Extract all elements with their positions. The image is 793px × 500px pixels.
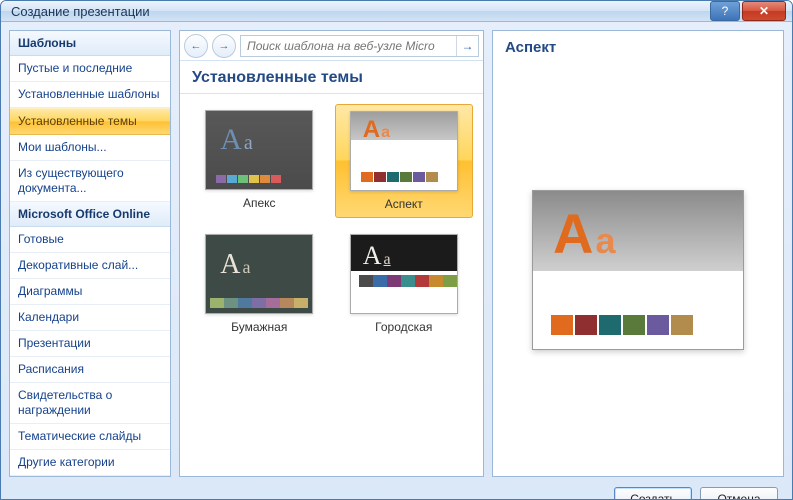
themes-grid: AaАпексAaАспектAaБумажнаяAaГородская [180, 94, 483, 476]
sidebar: Шаблоны Пустые и последниеУстановленные … [9, 30, 171, 477]
sidebar-item[interactable]: Другие категории [10, 450, 170, 476]
dialog-body: Шаблоны Пустые и последниеУстановленные … [1, 22, 792, 500]
button-row: Создать Отмена [9, 483, 784, 500]
sidebar-item[interactable]: Установленные шаблоны [10, 82, 170, 108]
arrow-right-icon: → [219, 40, 230, 52]
theme-item[interactable]: AaАспект [335, 104, 474, 218]
arrow-go-icon: → [462, 39, 474, 53]
theme-item[interactable]: AaБумажная [190, 228, 329, 340]
search-go-button[interactable]: → [456, 36, 478, 56]
cancel-button[interactable]: Отмена [700, 487, 778, 500]
sidebar-item[interactable]: Установленные темы [10, 108, 170, 135]
sidebar-item[interactable]: Презентации [10, 331, 170, 357]
sidebar-item[interactable]: Календари [10, 305, 170, 331]
theme-label: Апекс [243, 196, 276, 210]
preview-panel: Аспект Aa [492, 30, 784, 477]
main-area: Шаблоны Пустые и последниеУстановленные … [9, 30, 784, 477]
preview-body: Aa [493, 64, 783, 476]
preview-title: Аспект [493, 31, 783, 64]
arrow-left-icon: ← [191, 40, 202, 52]
close-button[interactable]: ✕ [742, 1, 786, 21]
center-panel: ← → → Установленные темы AaАпексAaАспект… [179, 30, 484, 477]
theme-item[interactable]: AaАпекс [190, 104, 329, 218]
sidebar-item[interactable]: Декоративные слай... [10, 253, 170, 279]
dialog-window: Создание презентации ? ✕ Шаблоны Пустые … [0, 0, 793, 500]
nav-back-button[interactable]: ← [184, 34, 208, 58]
help-icon: ? [722, 4, 729, 18]
nav-forward-button[interactable]: → [212, 34, 236, 58]
search-input[interactable] [241, 39, 456, 53]
search-box: → [240, 35, 479, 57]
sidebar-item[interactable]: Тематические слайды [10, 424, 170, 450]
sidebar-item[interactable]: Из существующего документа... [10, 161, 170, 202]
sidebar-header-templates: Шаблоны [10, 31, 170, 56]
theme-label: Бумажная [231, 320, 287, 334]
window-title: Создание презентации [11, 4, 710, 19]
sidebar-item[interactable]: Мои шаблоны... [10, 135, 170, 161]
center-heading: Установленные темы [180, 61, 483, 94]
titlebar-buttons: ? ✕ [710, 1, 786, 21]
close-icon: ✕ [759, 4, 769, 18]
sidebar-item[interactable]: Расписания [10, 357, 170, 383]
theme-label: Городская [375, 320, 432, 334]
sidebar-header-online: Microsoft Office Online [10, 202, 170, 227]
theme-label: Аспект [385, 197, 423, 211]
theme-item[interactable]: AaГородская [335, 228, 474, 340]
sidebar-item[interactable]: Свидетельства о награждении [10, 383, 170, 424]
sidebar-item[interactable]: Готовые [10, 227, 170, 253]
sidebar-item[interactable]: Диаграммы [10, 279, 170, 305]
center-toolbar: ← → → [180, 31, 483, 61]
preview-thumbnail: Aa [532, 190, 744, 350]
titlebar: Создание презентации ? ✕ [1, 1, 792, 22]
help-button[interactable]: ? [710, 1, 740, 21]
create-button[interactable]: Создать [614, 487, 692, 500]
sidebar-item[interactable]: Пустые и последние [10, 56, 170, 82]
